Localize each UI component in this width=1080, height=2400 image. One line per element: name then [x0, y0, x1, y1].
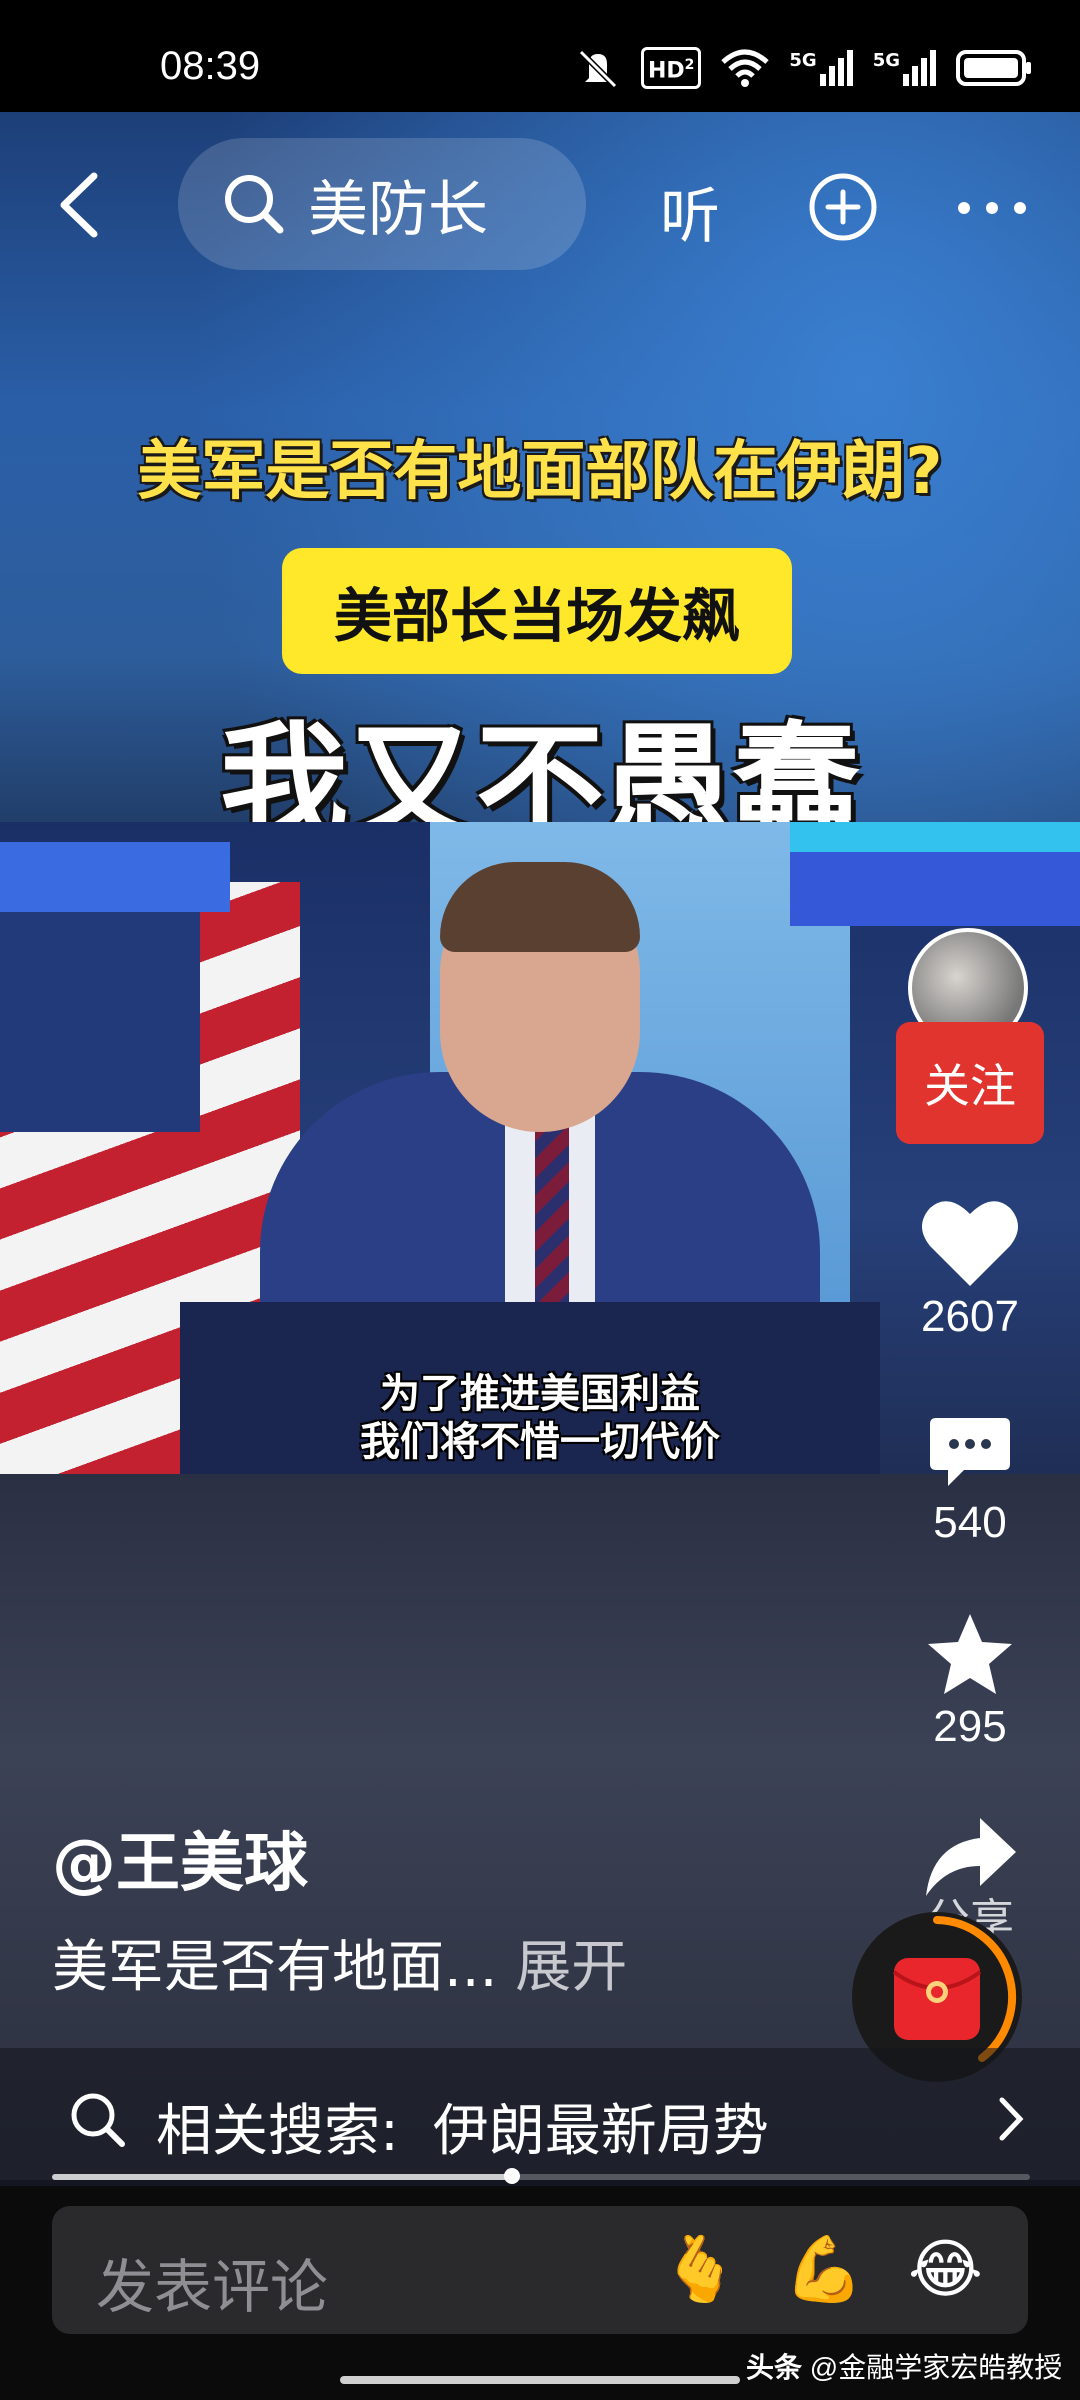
hd-icon: HD2 — [640, 46, 702, 90]
battery-icon — [956, 50, 1031, 86]
comment-button[interactable]: 540 — [880, 1414, 1060, 1548]
add-button[interactable] — [808, 172, 878, 242]
listen-button[interactable]: 听 — [660, 168, 720, 255]
5g-signal-icon: 5G — [873, 50, 936, 86]
post-description[interactable]: 美军是否有地面... 展开 — [52, 1922, 627, 2003]
status-icons: HD2 5G 5G — [575, 46, 1032, 90]
video-headline: 美军是否有地面部队在伊朗? — [137, 435, 943, 509]
wifi-icon — [721, 49, 770, 87]
emoji-laughing[interactable]: 😂 — [908, 2234, 983, 2306]
video-subtitle-line-1: 为了推进美国利益 — [380, 1371, 700, 1417]
network-label-2: 5G — [872, 50, 900, 71]
description-text: 美军是否有地面... — [52, 1935, 498, 2000]
back-button[interactable] — [50, 170, 110, 240]
banner-left — [0, 842, 230, 912]
status-time: 08:39 — [160, 44, 261, 88]
search-query: 美防长 — [308, 174, 488, 245]
video-frame[interactable]: 为了推进美国利益 我们将不惜一切代价 — [0, 822, 1080, 1474]
emoji-finger-heart[interactable]: 🫰 — [660, 2234, 740, 2306]
comment-count: 540 — [933, 1498, 1007, 1547]
5g-signal-icon: 5G — [789, 50, 853, 86]
banner-right — [790, 822, 1080, 926]
video-subhead-box: 美部长当场发飙 — [282, 548, 792, 674]
mute-icon — [578, 49, 618, 88]
comment-icon — [930, 1418, 1010, 1486]
related-search-query: 伊朗最新局势 — [432, 2099, 769, 2164]
watermark-brand: 头条 — [746, 2352, 803, 2383]
network-label-1: 5G — [789, 50, 817, 71]
watermark-account: @金融学家宏皓教授 — [809, 2352, 1063, 2383]
related-search-icon — [71, 2093, 125, 2147]
related-search-prefix: 相关搜索: — [156, 2099, 399, 2164]
home-indicator[interactable] — [340, 2376, 740, 2384]
like-button[interactable]: 2607 — [880, 1196, 1060, 1342]
follow-button[interactable]: 关注 — [896, 1022, 1044, 1144]
speaker-tie — [535, 1122, 569, 1322]
us-flag-canton — [0, 882, 200, 1132]
related-search-text[interactable]: 相关搜索: 伊朗最新局势 — [156, 2086, 769, 2167]
expand-link[interactable]: 展开 — [515, 1935, 627, 2000]
video-progress-fill — [52, 2174, 512, 2180]
more-options-button[interactable] — [956, 196, 1028, 220]
video-progress-handle[interactable] — [504, 2168, 520, 2184]
star-icon — [928, 1614, 1012, 1694]
search-icon — [225, 175, 284, 234]
like-count: 2607 — [921, 1292, 1019, 1341]
search-bar[interactable]: 美防长 — [178, 138, 586, 270]
heart-icon — [922, 1201, 1018, 1286]
chevron-right-icon[interactable] — [996, 2094, 1026, 2144]
favorite-count: 295 — [933, 1702, 1007, 1751]
hd-label: HD — [647, 58, 685, 84]
favorite-button[interactable]: 295 — [880, 1612, 1060, 1752]
author-name[interactable]: @王美球 — [52, 1812, 308, 1904]
emoji-flexed-biceps[interactable]: 💪 — [784, 2234, 864, 2306]
watermark: 头条 @金融学家宏皓教授 — [746, 2346, 1062, 2386]
comment-placeholder: 发表评论 — [96, 2253, 329, 2321]
video-subhead: 美部长当场发飙 — [333, 582, 740, 650]
